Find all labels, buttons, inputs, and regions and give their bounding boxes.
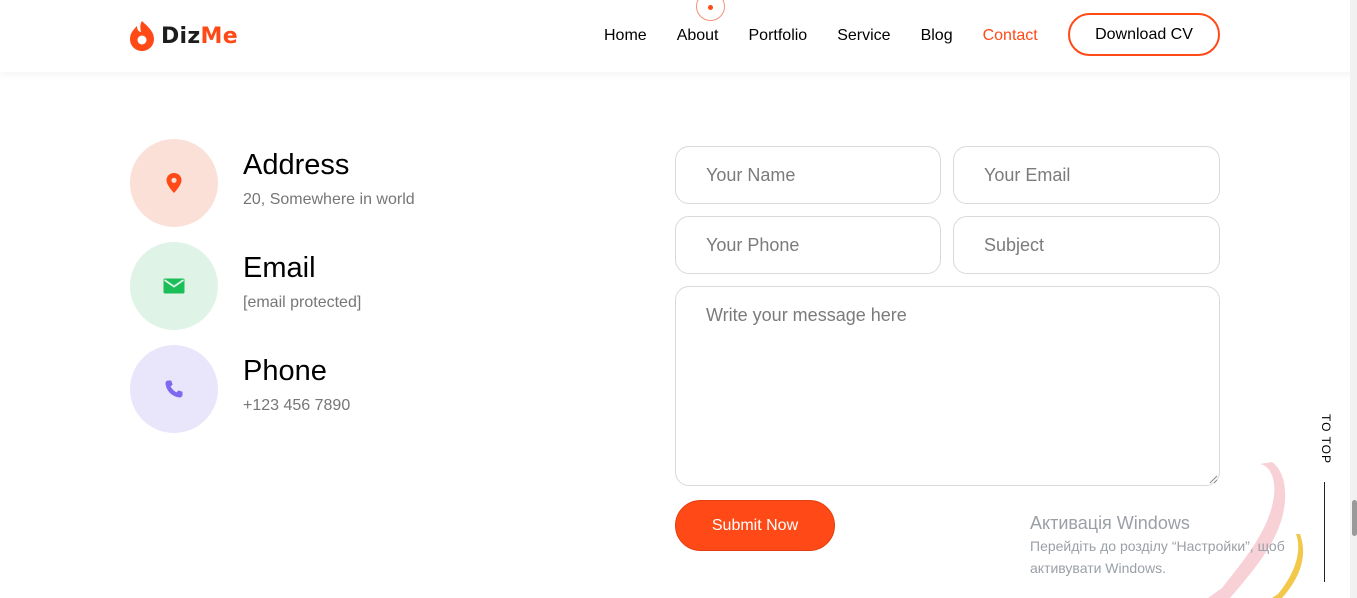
nav-contact[interactable]: Contact (983, 26, 1038, 46)
submit-button[interactable]: Submit Now (675, 500, 835, 551)
logo-flame-icon (130, 21, 154, 51)
envelope-icon (163, 278, 185, 294)
address-icon-circle (130, 139, 218, 227)
phone-value: +123 456 7890 (243, 397, 351, 414)
phone-icon-circle (130, 345, 218, 433)
email-icon-circle (130, 242, 218, 330)
subject-input[interactable] (953, 216, 1220, 274)
nav-indicator-dot (696, 0, 725, 21)
address-value: 20, Somewhere in world (243, 191, 415, 208)
contact-address: Address 20, Somewhere in world (130, 139, 415, 227)
to-top-link[interactable]: TO TOP (1317, 414, 1333, 464)
nav-home[interactable]: Home (604, 26, 647, 46)
email-title: Email (243, 252, 316, 284)
contact-phone: Phone +123 456 7890 (130, 345, 350, 433)
windows-activation-title: Активація Windows (1030, 513, 1190, 533)
logo[interactable]: DizMe (129, 18, 238, 54)
windows-activation-watermark: Активація Windows Перейдіть до розділу “… (1030, 512, 1285, 578)
logo-text-part1: Diz (161, 23, 201, 49)
phone-input[interactable] (675, 216, 941, 274)
nav-about[interactable]: About (677, 26, 719, 46)
logo-text-part2: Me (200, 23, 238, 49)
email-input[interactable] (953, 146, 1220, 204)
phone-icon (165, 380, 183, 398)
nav-service[interactable]: Service (837, 26, 890, 46)
contact-email: Email [email protected] (130, 242, 361, 330)
windows-activation-line1: Перейдіть до розділу “Настройки”, щоб (1030, 538, 1285, 554)
email-value[interactable]: [email protected] (243, 294, 361, 312)
windows-activation-line2: активувати Windows. (1030, 560, 1166, 576)
scrollbar-thumb[interactable] (1352, 500, 1357, 536)
nav-portfolio[interactable]: Portfolio (749, 26, 808, 46)
name-input[interactable] (675, 146, 941, 204)
map-pin-icon (166, 173, 182, 193)
logo-text: DizMe (161, 24, 238, 49)
nav-blog[interactable]: Blog (921, 26, 953, 46)
message-textarea[interactable] (675, 286, 1220, 486)
to-top-line (1324, 482, 1325, 582)
address-title: Address (243, 149, 350, 181)
download-cv-button[interactable]: Download CV (1068, 13, 1220, 56)
main-nav: Home About Portfolio Service Blog Contac… (604, 26, 1068, 46)
phone-title: Phone (243, 355, 327, 387)
site-header: DizMe Home About Portfolio Service Blog … (0, 0, 1357, 72)
